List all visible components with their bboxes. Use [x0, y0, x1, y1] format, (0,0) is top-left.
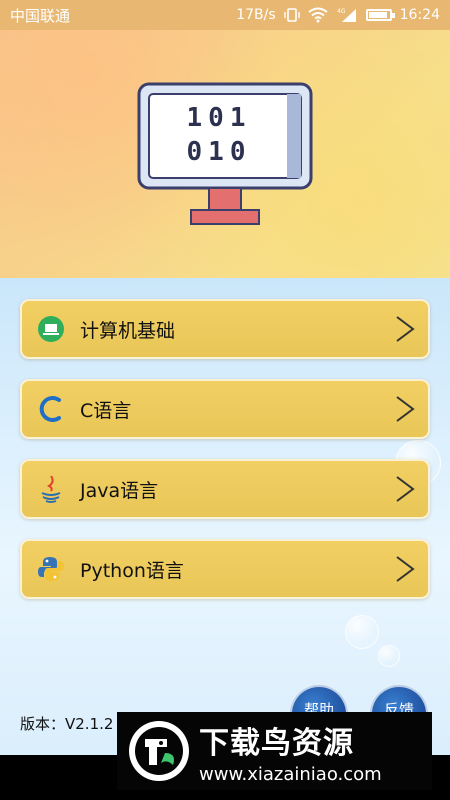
binary-line-1: 101: [187, 103, 252, 133]
wifi-icon: [308, 7, 328, 23]
vibrate-icon: [283, 8, 300, 22]
watermark-text: 下载鸟资源 www.xiazainiao.com: [199, 718, 382, 785]
monitor-icon: 101 010: [137, 82, 313, 225]
menu-item-java-language[interactable]: Java语言: [20, 459, 430, 519]
carrier-label: 中国联通: [10, 6, 71, 25]
binary-line-2: 010: [187, 137, 252, 167]
bird-logo-icon: [129, 721, 189, 781]
python-icon: [36, 554, 66, 584]
menu-item-label: Python语言: [80, 559, 184, 582]
network-speed: 17B/s: [236, 7, 276, 23]
menu-item-label: Java语言: [80, 479, 159, 502]
watermark-overlay: 下载鸟资源 www.xiazainiao.com: [117, 712, 432, 790]
chevron-right-icon: [396, 316, 415, 342]
java-icon: [36, 474, 66, 504]
menu-item-c-language[interactable]: C语言: [20, 379, 430, 439]
status-bar: 中国联通 17B/s 4G 16:24: [0, 0, 450, 30]
signal-icon: 4G: [337, 8, 356, 22]
menu-item-computer-basics[interactable]: 计算机基础: [20, 299, 430, 359]
c-letter-icon: [36, 394, 66, 424]
menu-item-label: C语言: [80, 399, 132, 422]
bubble-decoration: [345, 615, 379, 649]
menu-item-label: 计算机基础: [80, 319, 176, 342]
app-screen: 中国联通 17B/s 4G 16:24 101 010 计算机基础 C语言 Ja…: [0, 0, 450, 800]
menu-item-python-language[interactable]: Python语言: [20, 539, 430, 599]
version-label: 版本：V2.1.2: [20, 715, 114, 733]
battery-icon: [365, 9, 395, 21]
watermark-url: www.xiazainiao.com: [199, 763, 382, 785]
laptop-icon: [36, 314, 66, 344]
chevron-right-icon: [396, 396, 415, 422]
watermark-title: 下载鸟资源: [199, 725, 354, 761]
status-icons: 17B/s 4G 16:24: [236, 7, 440, 23]
chevron-right-icon: [396, 556, 415, 582]
clock: 16:24: [399, 7, 440, 23]
svg-text:4G: 4G: [337, 8, 346, 15]
chevron-right-icon: [396, 476, 415, 502]
header-banner: 101 010: [0, 30, 450, 278]
bubble-decoration: [378, 645, 400, 667]
